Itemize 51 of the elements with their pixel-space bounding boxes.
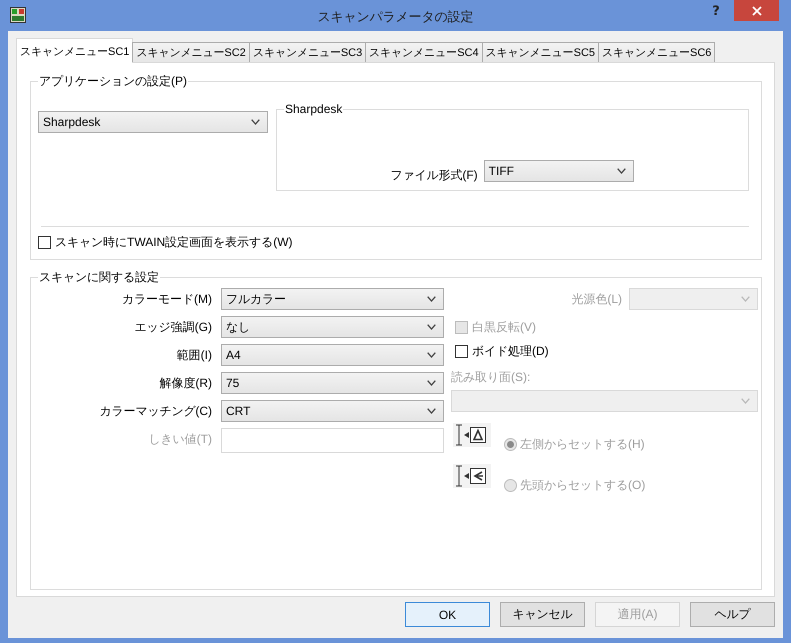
dropdown[interactable]: 75	[221, 372, 444, 394]
field-label: 範囲(I)	[176, 348, 212, 362]
chevron-down-icon	[427, 352, 436, 358]
chevron-down-icon	[616, 168, 626, 174]
checkbox[interactable]	[455, 344, 468, 358]
checkbox-label: ボイド処理(D)	[472, 344, 549, 358]
window-title: スキャンパラメータの設定	[318, 8, 474, 26]
dialog-button[interactable]: OK	[405, 602, 490, 627]
chevron-down-icon	[741, 398, 750, 404]
app-icon	[10, 7, 26, 23]
dropdown[interactable]: なし	[221, 316, 444, 338]
checkbox[interactable]	[38, 236, 51, 248]
tab[interactable]: スキャンメニューSC1	[16, 38, 134, 63]
radio-label: 先頭からセットする(O)	[520, 478, 646, 492]
field-label: カラーモード(M)	[122, 292, 212, 306]
page-side-feed-icon	[453, 423, 491, 447]
checkbox-label: 白黒反転(V)	[472, 320, 536, 334]
checkbox-label: スキャン時にTWAIN設定画面を表示する(W)	[55, 235, 293, 249]
tab[interactable]: スキャンメニューSC6	[598, 42, 716, 62]
radio-label: 左側からセットする(H)	[520, 437, 645, 451]
tab[interactable]: スキャンメニューSC2	[132, 42, 250, 62]
tab[interactable]: スキャンメニューSC4	[365, 42, 483, 62]
field-label: カラーマッチング(C)	[99, 404, 212, 418]
chevron-down-icon	[427, 324, 436, 330]
close-button[interactable]	[734, 0, 779, 21]
help-button[interactable]: ?	[708, 2, 724, 22]
dropdown[interactable]: フルカラー	[221, 288, 444, 310]
page-head-feed-icon	[453, 464, 491, 488]
dropdown[interactable]: A4	[221, 344, 444, 366]
chevron-down-icon	[427, 296, 436, 302]
chevron-down-icon	[251, 119, 260, 125]
chevron-down-icon	[427, 380, 436, 386]
field-label: エッジ強調(G)	[134, 320, 212, 334]
close-icon	[752, 6, 762, 16]
dropdown[interactable]: Sharpdesk	[38, 111, 268, 133]
group-title: スキャンに関する設定	[38, 270, 160, 284]
dropdown[interactable]: TIFF	[484, 160, 634, 182]
dialog-button[interactable]: キャンセル	[500, 602, 585, 627]
field-label: 解像度(R)	[159, 376, 212, 390]
tab[interactable]: スキャンメニューSC5	[482, 42, 600, 62]
group-title: Sharpdesk	[284, 102, 344, 116]
dropdown[interactable]: CRT	[221, 400, 444, 422]
chevron-down-icon	[741, 296, 750, 302]
group-title: アプリケーションの設定(P)	[38, 74, 188, 88]
tab[interactable]: スキャンメニューSC3	[248, 42, 366, 62]
field-label: 読み取り面(S):	[451, 370, 530, 384]
field-label: ファイル形式(F)	[390, 168, 478, 182]
dialog-button[interactable]: ヘルプ	[690, 602, 775, 627]
chevron-down-icon	[427, 408, 436, 414]
field-label: しきい値(T)	[148, 432, 212, 446]
field-label: 光源色(L)	[571, 292, 622, 306]
